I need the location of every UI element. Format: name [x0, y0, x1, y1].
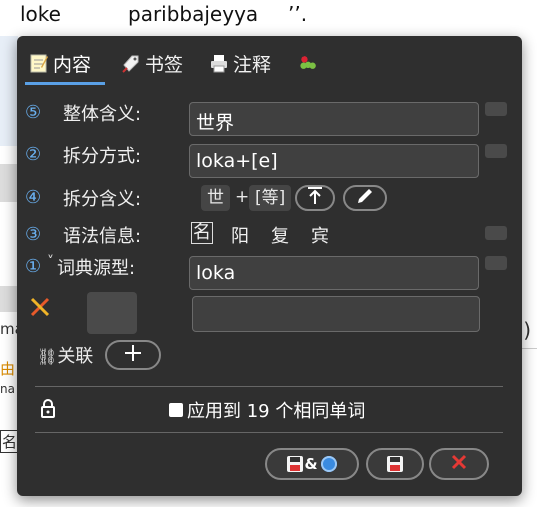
root-label: 词典源型:: [57, 258, 136, 279]
drag-handle[interactable]: [485, 144, 507, 158]
printer-icon: [209, 53, 229, 73]
apply-label: 应用到 19 个相同单词: [187, 401, 366, 422]
close-icon: [450, 453, 468, 475]
tab-content[interactable]: 内容: [29, 48, 91, 78]
grammar-row: ③ 语法信息: 名 阳 复 宾: [17, 222, 522, 252]
tab-bar: 内容 书签 注释: [17, 36, 522, 86]
split-meaning-label: 拆分含义:: [63, 189, 142, 210]
tab-notes[interactable]: 注释: [209, 48, 271, 78]
drag-handle[interactable]: [485, 102, 507, 116]
pencil-icon: [356, 187, 374, 209]
notepad-icon: [29, 53, 49, 73]
grammar-label: 语法信息:: [63, 226, 142, 247]
step-number: ⑤: [25, 102, 42, 123]
drag-handle[interactable]: [485, 256, 507, 270]
bg-sidebar-highlight: [0, 36, 18, 146]
word-edit-popup: 内容 书签 注释 ⑤ 整体含义: 世界 ② 拆分方式: loka+[e] ④ 拆…: [17, 36, 522, 496]
meaning-field[interactable]: 世界: [189, 102, 479, 136]
extra-field[interactable]: [192, 296, 480, 332]
tab-bookmark[interactable]: 书签: [121, 48, 183, 78]
save-and-upload-button[interactable]: &: [265, 448, 359, 480]
tab-notes-label: 注释: [233, 53, 272, 76]
chevron-down-icon[interactable]: ˅: [47, 254, 54, 270]
tab-content-label: 内容: [53, 53, 92, 76]
bg-sidebar-block: [0, 286, 18, 312]
divider: [35, 432, 503, 433]
root-field[interactable]: loka: [189, 256, 479, 290]
step-number: ③: [25, 224, 42, 245]
part-meaning-chip[interactable]: 世: [201, 185, 230, 211]
step-number: ①: [25, 256, 42, 277]
divider: [35, 386, 503, 387]
close-button[interactable]: [429, 448, 489, 480]
bg-bracket: ): [523, 318, 531, 342]
active-tab-indicator: [25, 82, 105, 85]
save-button[interactable]: [366, 448, 424, 480]
grammar-tag-gender[interactable]: 阳: [231, 222, 249, 248]
globe-icon: [320, 456, 337, 472]
drag-handle[interactable]: [485, 226, 507, 240]
dna-icon[interactable]: [29, 296, 51, 322]
link-icon: ⛓: [37, 347, 58, 366]
bg-fragment: na: [0, 382, 15, 396]
caterpillar-icon: [299, 53, 319, 73]
tag-icon: [121, 53, 141, 73]
tab-plugin[interactable]: [299, 48, 323, 78]
step-number: ②: [25, 144, 42, 165]
image-placeholder[interactable]: [87, 292, 137, 334]
split-label: 拆分方式:: [63, 146, 142, 167]
bg-quotes: ’’.: [288, 2, 308, 26]
apply-same-words[interactable]: 应用到 19 个相同单词: [169, 397, 365, 423]
ampersand: &: [304, 455, 318, 473]
split-field[interactable]: loka+[e]: [189, 144, 479, 178]
plus-sign: +: [235, 187, 250, 207]
upload-button[interactable]: [295, 185, 335, 211]
grammar-tag-number[interactable]: 复: [271, 222, 289, 248]
grammar-tag-noun[interactable]: 名: [191, 222, 213, 244]
add-relation-button[interactable]: [105, 340, 161, 370]
upload-icon: [307, 187, 323, 209]
edit-button[interactable]: [343, 185, 387, 211]
floppy-icon: [287, 456, 304, 472]
relation-label: ⛓关联: [37, 346, 94, 367]
lock-icon[interactable]: [39, 398, 57, 422]
bg-fragment: 由: [0, 360, 16, 378]
part-meaning-chip[interactable]: [等]: [249, 185, 292, 211]
split-meaning-row: ④ 拆分含义: 世 + [等]: [17, 185, 522, 219]
plus-icon: [124, 344, 142, 366]
bg-word: loke: [20, 2, 61, 26]
meaning-label: 整体含义:: [63, 104, 142, 125]
floppy-icon: [387, 456, 403, 472]
bg-sidebar-block: [0, 164, 18, 202]
step-number: ④: [25, 187, 42, 208]
apply-checkbox[interactable]: [169, 403, 183, 417]
tab-bookmark-label: 书签: [145, 53, 184, 76]
grammar-tag-case[interactable]: 宾: [311, 222, 329, 248]
bg-analysis: paribbajeyya: [128, 2, 259, 26]
